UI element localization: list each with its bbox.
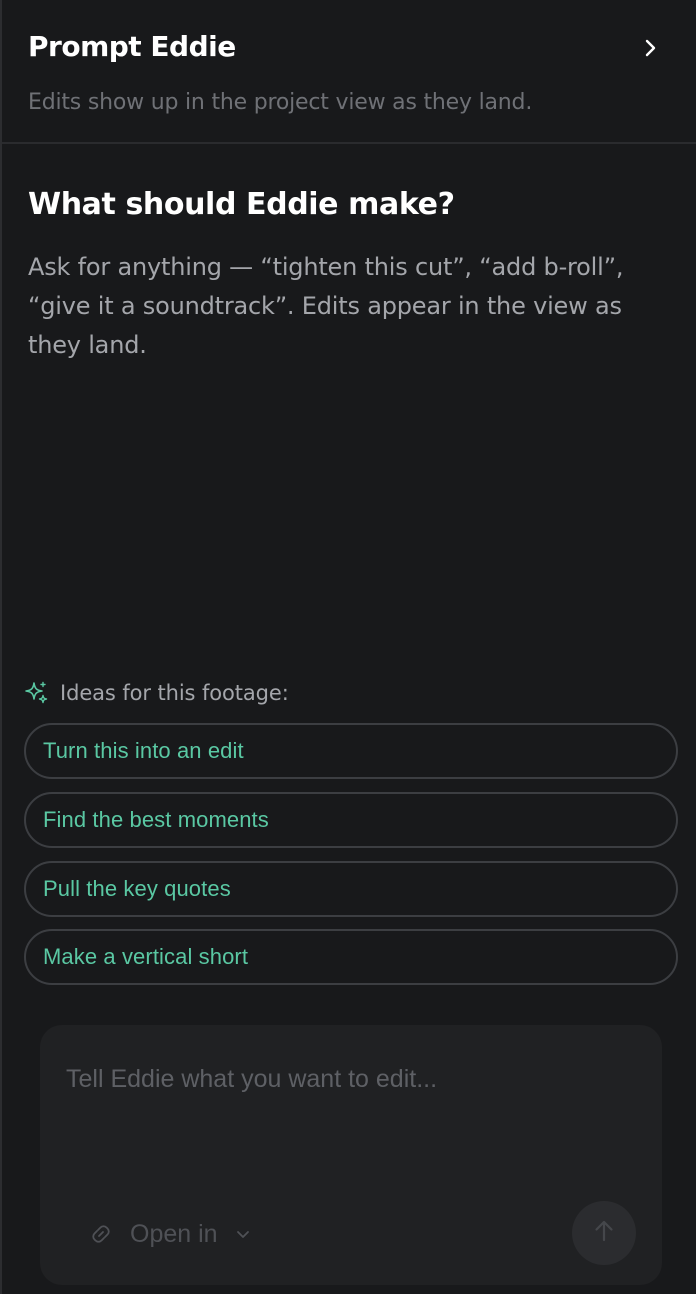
prompt-panel: Prompt Eddie Edits show up in the projec…	[0, 0, 696, 1294]
collapse-panel-button[interactable]	[634, 34, 666, 66]
chevron-right-icon	[642, 38, 658, 62]
open-in-label: Open in	[130, 1219, 218, 1248]
send-button[interactable]	[572, 1201, 636, 1265]
ideas-header: Ideas for this footage:	[22, 678, 289, 708]
link-icon	[88, 1221, 114, 1247]
idea-chip-key-quotes[interactable]: Pull the key quotes	[24, 861, 678, 917]
ideas-label: Ideas for this footage:	[60, 681, 289, 705]
open-in-dropdown[interactable]: Open in	[88, 1217, 254, 1251]
idea-chip-vertical-short[interactable]: Make a vertical short	[24, 929, 678, 985]
prompt-composer: Open in	[40, 1025, 662, 1285]
empty-state-description: Ask for anything — “tighten this cut”, “…	[28, 253, 624, 359]
prompt-input[interactable]	[66, 1065, 636, 1185]
idea-chip-best-moments[interactable]: Find the best moments	[24, 792, 678, 848]
panel-title: Prompt Eddie	[28, 30, 236, 63]
empty-state-title: What should Eddie make?	[28, 187, 455, 222]
panel-header: Prompt Eddie Edits show up in the projec…	[2, 0, 696, 144]
idea-chip-turn-into-edit[interactable]: Turn this into an edit	[24, 723, 678, 779]
panel-subtitle: Edits show up in the project view as the…	[28, 90, 533, 115]
chevron-down-icon	[232, 1223, 254, 1245]
arrow-up-icon	[591, 1218, 617, 1248]
sparkle-icon	[22, 679, 50, 707]
